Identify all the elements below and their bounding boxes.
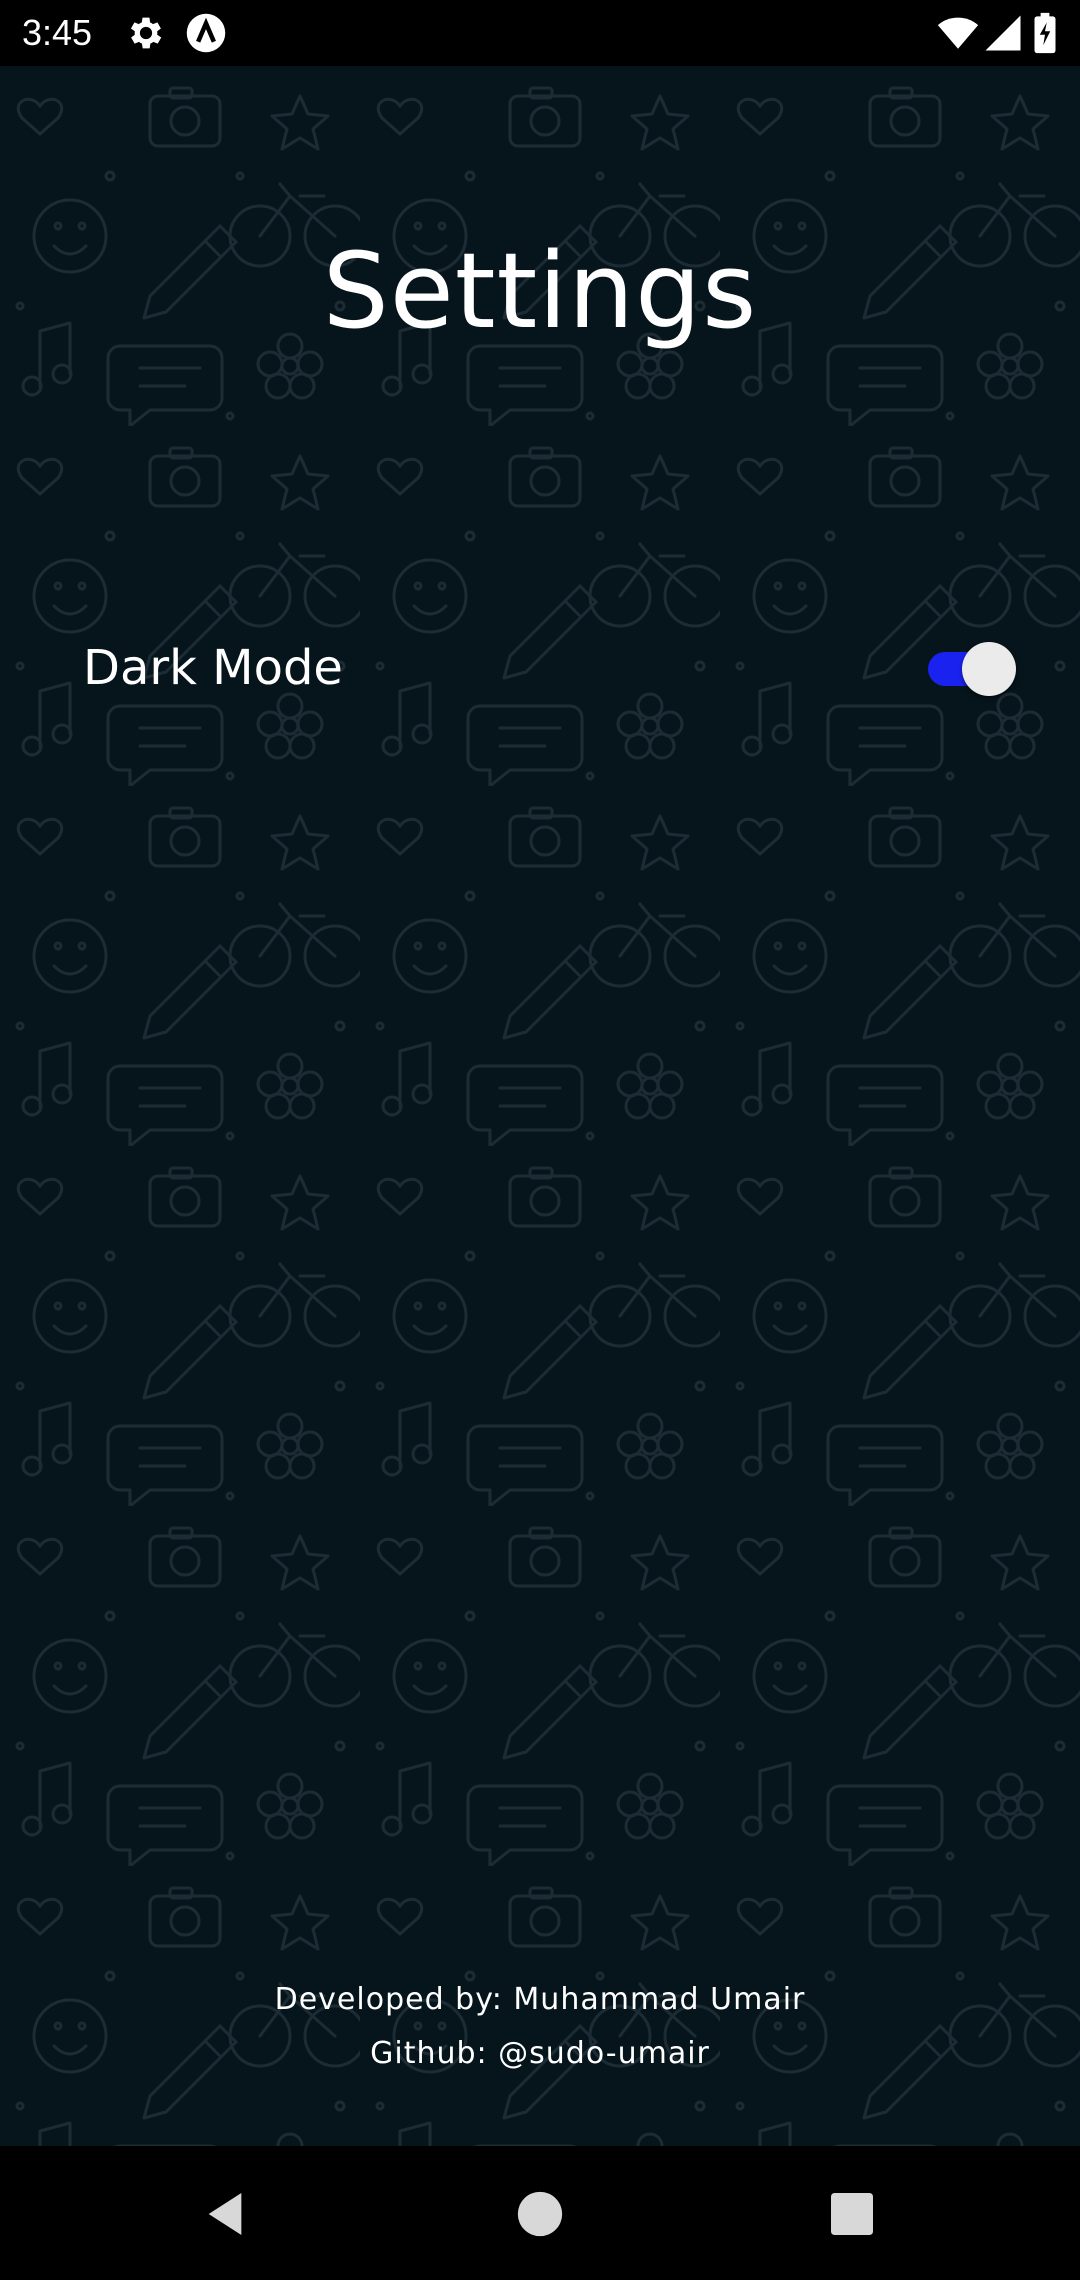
dark-mode-toggle[interactable] [928, 636, 1018, 696]
dark-mode-label: Dark Mode [83, 640, 343, 696]
wifi-icon [935, 12, 981, 54]
settings-gear-icon [125, 12, 167, 54]
developer-credit: Developed by: Muhammad Umair [274, 1982, 806, 2017]
dark-mode-setting-row[interactable]: Dark Mode [0, 618, 1080, 718]
status-bar: 3:45 [0, 0, 1080, 66]
recents-icon[interactable] [824, 2186, 880, 2242]
app-notification-icon [185, 12, 227, 54]
toggle-thumb [962, 642, 1016, 696]
doodle-background-pattern [0, 66, 1080, 2146]
github-handle: Github: @sudo-umair [370, 2036, 710, 2071]
status-time: 3:45 [22, 12, 93, 53]
back-icon[interactable] [197, 2186, 253, 2242]
battery-charging-icon [1030, 12, 1060, 54]
phone-screen: 3:45 Settings Dark Mode Developed by: Mu… [0, 0, 1080, 2280]
home-icon[interactable] [512, 2186, 568, 2242]
navigation-bar [0, 2146, 1080, 2280]
page-title: Settings [322, 230, 758, 352]
settings-screen: Settings Dark Mode Developed by: Muhamma… [0, 66, 1080, 2146]
cellular-signal-icon [982, 12, 1024, 54]
